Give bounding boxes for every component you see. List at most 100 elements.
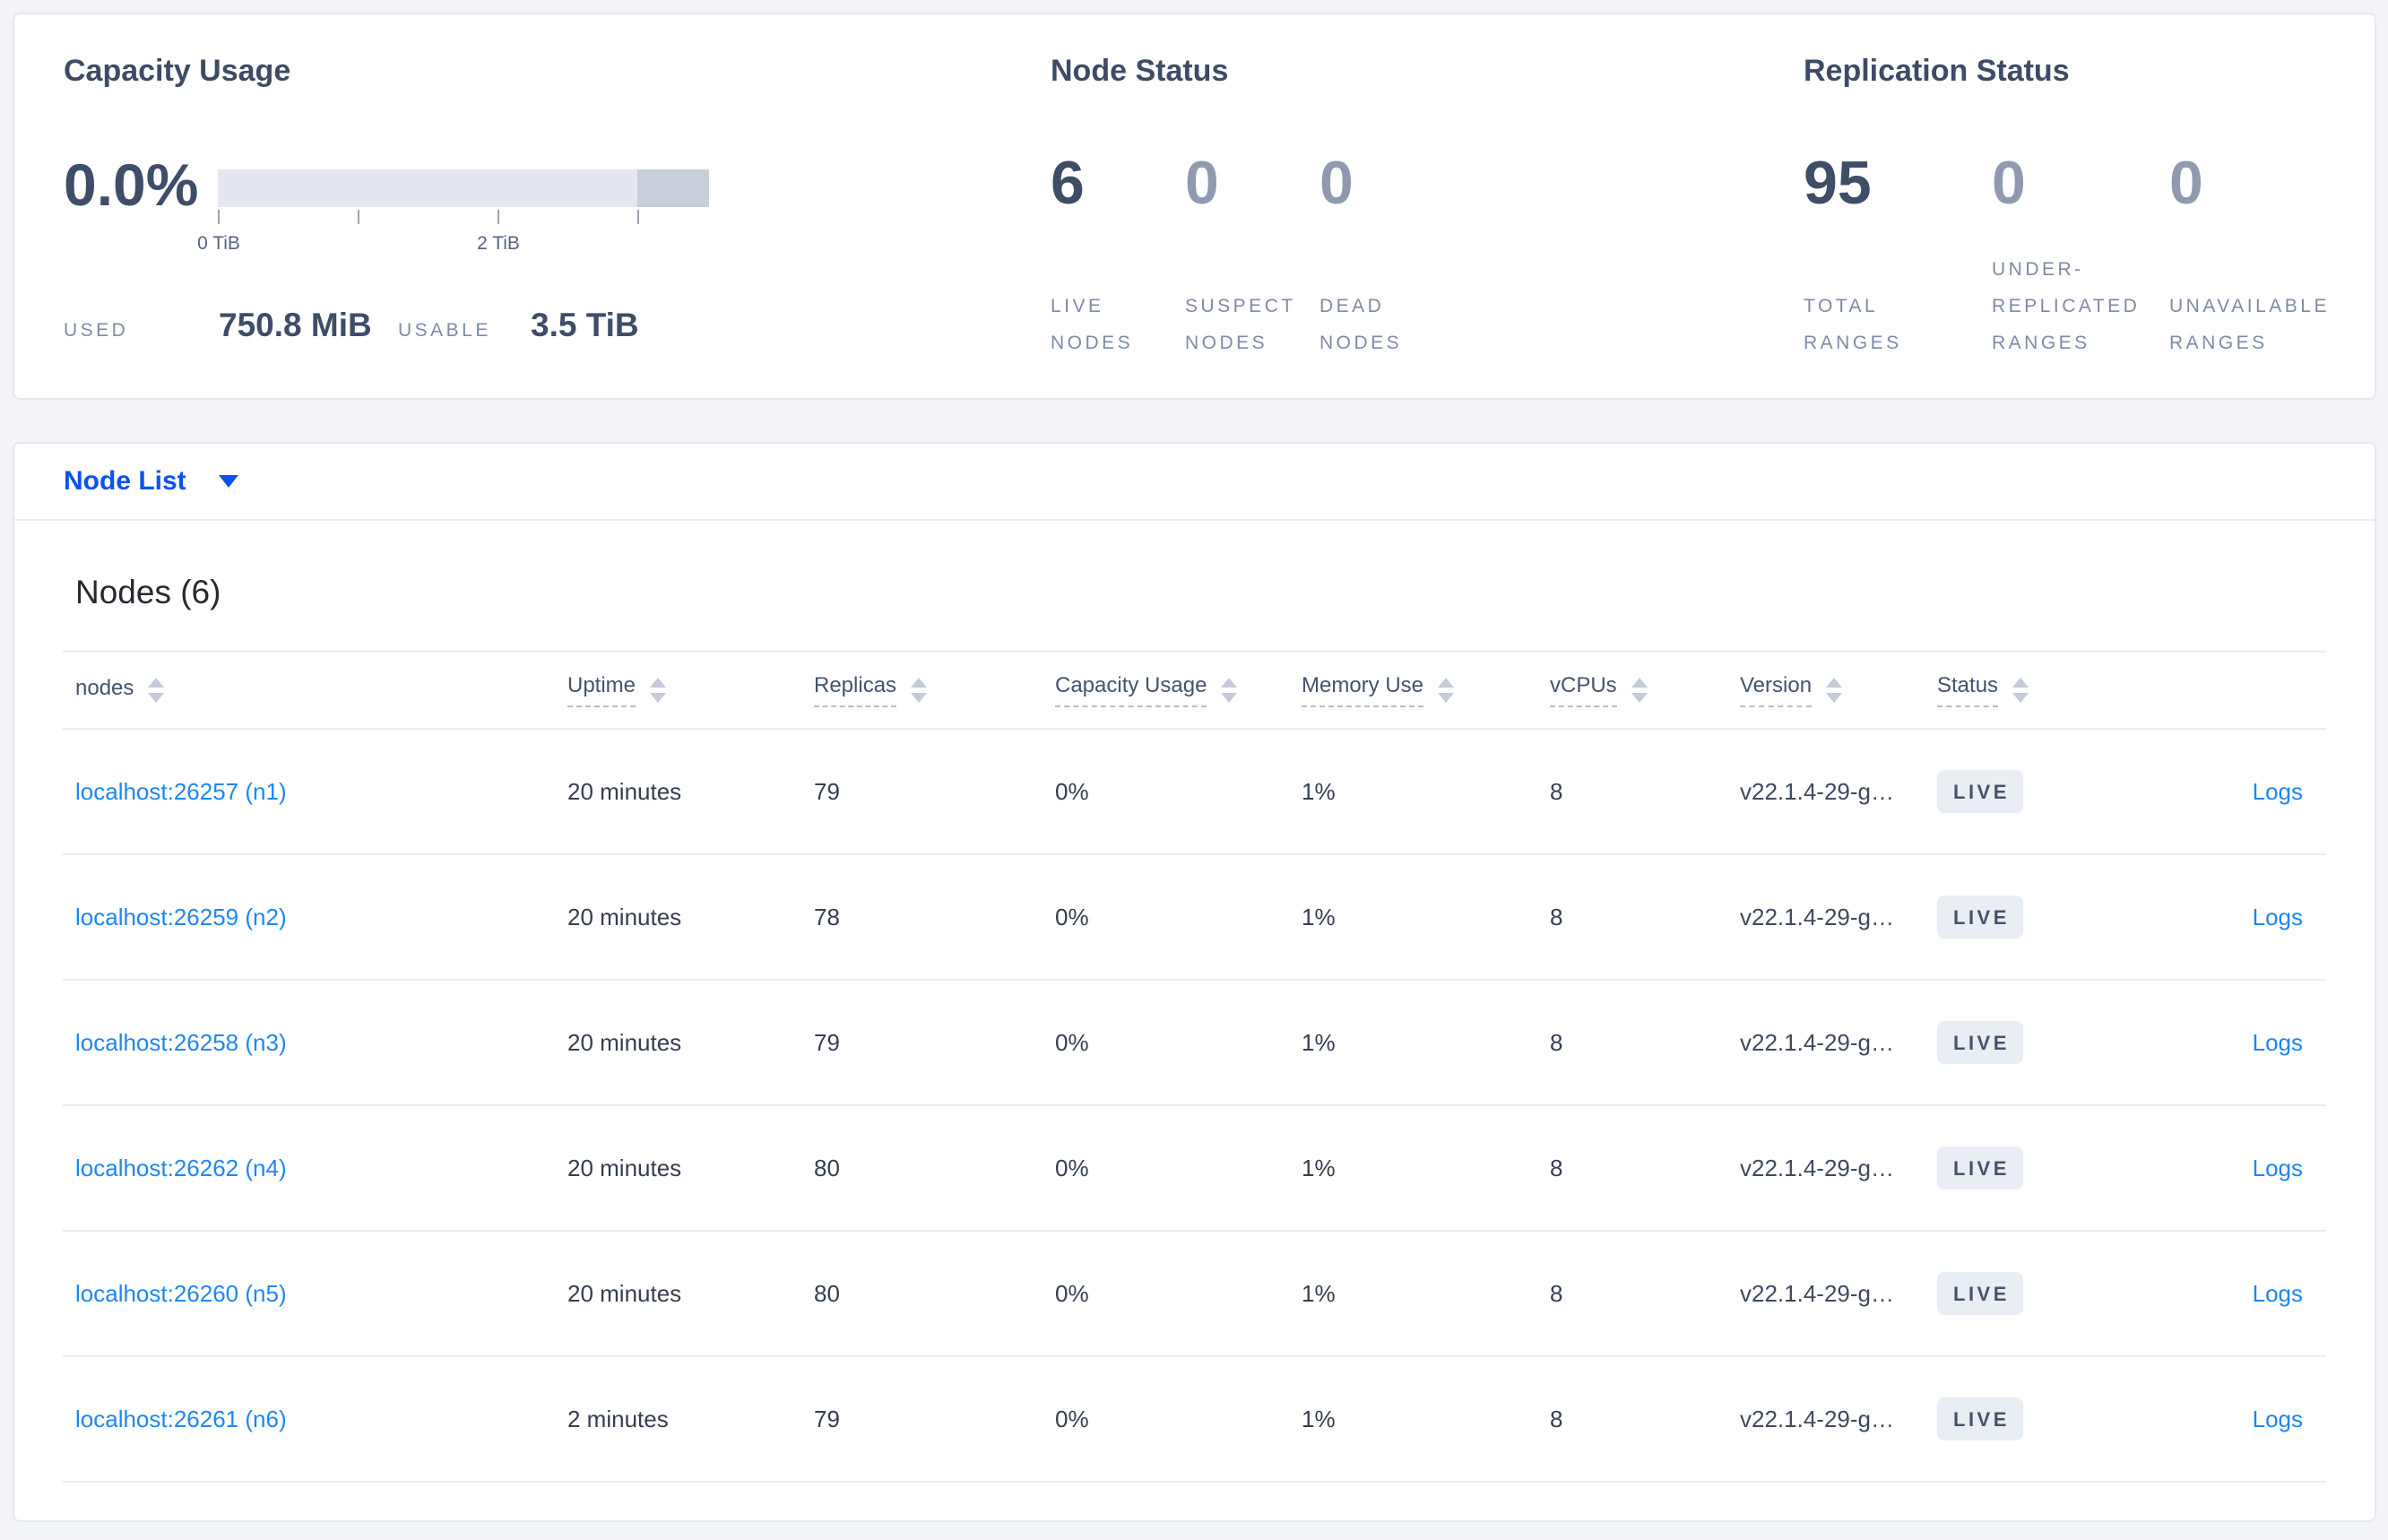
vcpus-cell: 8 xyxy=(1550,1405,1563,1432)
uptime-cell: 2 minutes xyxy=(567,1405,669,1432)
node-cell: localhost:26262 (n4) xyxy=(75,1155,567,1182)
column-header-label: Capacity Usage xyxy=(1055,673,1207,707)
total-ranges-value: 95 xyxy=(1804,149,1872,217)
column-header-version[interactable]: Version xyxy=(1740,673,1937,707)
capacity-axis-ticks xyxy=(218,210,709,226)
status-cell: LIVE xyxy=(1937,1272,2134,1315)
under-replicated-ranges-value: 0 xyxy=(1992,149,2026,217)
version-cell: v22.1.4-29-g… xyxy=(1740,1279,1894,1307)
replicas-cell: 79 xyxy=(814,1405,840,1432)
replicas-cell: 79 xyxy=(814,777,840,805)
logs-link[interactable]: Logs xyxy=(2253,1155,2303,1181)
live-nodes-label: LIVE NODES xyxy=(1051,296,1134,353)
table-row: localhost:26262 (n4) 20 minutes 80 0% 1% 8 v22… xyxy=(63,1106,2326,1232)
sort-arrows-icon[interactable] xyxy=(1438,678,1455,703)
sort-arrows-icon[interactable] xyxy=(911,678,928,703)
vcpus-cell: 8 xyxy=(1550,903,1563,930)
column-header-vcpus[interactable]: vCPUs xyxy=(1550,673,1740,707)
capacity-cell: 0% xyxy=(1055,777,1089,805)
uptime-cell: 20 minutes xyxy=(567,903,682,930)
usable-label: USABLE xyxy=(398,320,491,341)
capacity-usage-panel: Capacity Usage 0.0% 0 TiB 2 TiB USED 750… xyxy=(14,14,1051,398)
uptime-cell: 20 minutes xyxy=(567,1154,682,1181)
node-status-panel: Node Status 6 LIVE NODES 0 SUSPECT NODES… xyxy=(1051,14,1804,398)
memory-cell: 1% xyxy=(1302,903,1336,930)
table-row: localhost:26260 (n5) 20 minutes 80 0% 1% 8 v22… xyxy=(63,1232,2326,1357)
nodes-table-header-row: nodes Uptime Replicas Capacity Usage Memory … xyxy=(63,651,2326,730)
replicas-cell: 79 xyxy=(814,1028,840,1056)
capacity-cell: 0% xyxy=(1055,1154,1089,1181)
replication-status-panel: Replication Status 95 TOTAL RANGES 0 UND… xyxy=(1804,14,2375,398)
capacity-bar-chart: 0 TiB 2 TiB xyxy=(197,155,709,256)
node-link[interactable]: localhost:26260 (n5) xyxy=(75,1280,287,1307)
vcpus-cell: 8 xyxy=(1550,1154,1563,1181)
node-link[interactable]: localhost:26259 (n2) xyxy=(75,904,287,930)
status-cell: LIVE xyxy=(1937,1021,2134,1064)
logs-cell: Logs xyxy=(2134,1155,2326,1182)
total-ranges-label: TOTAL RANGES xyxy=(1804,296,1902,353)
chevron-down-icon xyxy=(218,475,238,488)
column-header-nodes[interactable]: nodes xyxy=(75,676,567,705)
column-header-label: Status xyxy=(1937,673,1999,707)
node-link[interactable]: localhost:26262 (n4) xyxy=(75,1155,287,1181)
memory-cell: 1% xyxy=(1302,1028,1336,1056)
capacity-usage-title: Capacity Usage xyxy=(64,54,291,88)
version-cell: v22.1.4-29-g… xyxy=(1740,777,1894,805)
memory-cell: 1% xyxy=(1302,777,1336,805)
replication-status-title: Replication Status xyxy=(1804,54,2070,88)
dead-nodes-label: DEAD NODES xyxy=(1319,296,1403,353)
capacity-cell: 0% xyxy=(1055,1279,1089,1307)
node-status-title: Node Status xyxy=(1051,54,1229,88)
node-list-dropdown[interactable]: Node List xyxy=(64,466,238,497)
node-cell: localhost:26261 (n6) xyxy=(75,1406,567,1433)
logs-link[interactable]: Logs xyxy=(2253,1280,2303,1307)
logs-link[interactable]: Logs xyxy=(2253,904,2303,930)
status-cell: LIVE xyxy=(1937,770,2134,813)
view-selector-bar: Node List xyxy=(14,444,2375,521)
column-header-memory-use[interactable]: Memory Use xyxy=(1302,673,1550,707)
capacity-cell: 0% xyxy=(1055,1028,1089,1056)
sort-arrows-icon[interactable] xyxy=(148,678,165,703)
sort-arrows-icon[interactable] xyxy=(650,678,667,703)
usable-value: 3.5 TiB xyxy=(531,307,639,343)
logs-link[interactable]: Logs xyxy=(2253,1029,2303,1056)
capacity-tick-label-0: 0 TiB xyxy=(197,233,240,254)
vcpus-cell: 8 xyxy=(1550,777,1563,805)
logs-link[interactable]: Logs xyxy=(2253,778,2303,805)
nodes-table-body: localhost:26257 (n1) 20 minutes 79 0% 1% 8 v22… xyxy=(63,730,2326,1483)
table-row: localhost:26258 (n3) 20 minutes 79 0% 1% 8 v22… xyxy=(63,981,2326,1106)
sort-arrows-icon[interactable] xyxy=(1221,678,1238,703)
replicas-cell: 80 xyxy=(814,1279,840,1307)
column-header-label: Uptime xyxy=(567,673,636,707)
table-row: localhost:26259 (n2) 20 minutes 78 0% 1% 8 v22… xyxy=(63,855,2326,981)
node-link[interactable]: localhost:26258 (n3) xyxy=(75,1029,287,1056)
status-badge: LIVE xyxy=(1937,1272,2023,1315)
column-header-replicas[interactable]: Replicas xyxy=(814,673,1055,707)
capacity-percent: 0.0% xyxy=(64,151,199,218)
unavailable-ranges-value: 0 xyxy=(2169,149,2203,217)
sort-arrows-icon[interactable] xyxy=(1631,678,1648,703)
logs-link[interactable]: Logs xyxy=(2253,1406,2303,1432)
capacity-cell: 0% xyxy=(1055,903,1089,930)
unavailable-ranges-label: UNAVAILABLE RANGES xyxy=(2169,296,2330,353)
sort-arrows-icon[interactable] xyxy=(2012,678,2029,703)
sort-arrows-icon[interactable] xyxy=(1826,678,1843,703)
column-header-uptime[interactable]: Uptime xyxy=(567,673,814,707)
dead-nodes-stat: 0 DEAD NODES xyxy=(1319,151,1517,363)
dead-nodes-value: 0 xyxy=(1319,149,1354,217)
version-cell: v22.1.4-29-g… xyxy=(1740,1405,1894,1432)
column-header-label: Version xyxy=(1740,673,1813,707)
column-header-label: nodes xyxy=(75,676,134,700)
column-header-status[interactable]: Status xyxy=(1937,673,2134,707)
capacity-bar xyxy=(218,169,709,207)
memory-cell: 1% xyxy=(1302,1279,1336,1307)
column-header-capacity-usage[interactable]: Capacity Usage xyxy=(1055,673,1302,707)
node-list-card: Node List Nodes (6) nodes Uptime Replicas C… xyxy=(13,442,2376,1522)
unavailable-ranges-stat: 0 UNAVAILABLE RANGES xyxy=(2169,151,2348,363)
logs-cell: Logs xyxy=(2134,904,2326,931)
node-link[interactable]: localhost:26261 (n6) xyxy=(75,1406,287,1432)
status-cell: LIVE xyxy=(1937,1146,2134,1190)
live-nodes-stat: 6 LIVE NODES xyxy=(1051,151,1185,363)
memory-cell: 1% xyxy=(1302,1154,1336,1181)
node-link[interactable]: localhost:26257 (n1) xyxy=(75,778,287,805)
